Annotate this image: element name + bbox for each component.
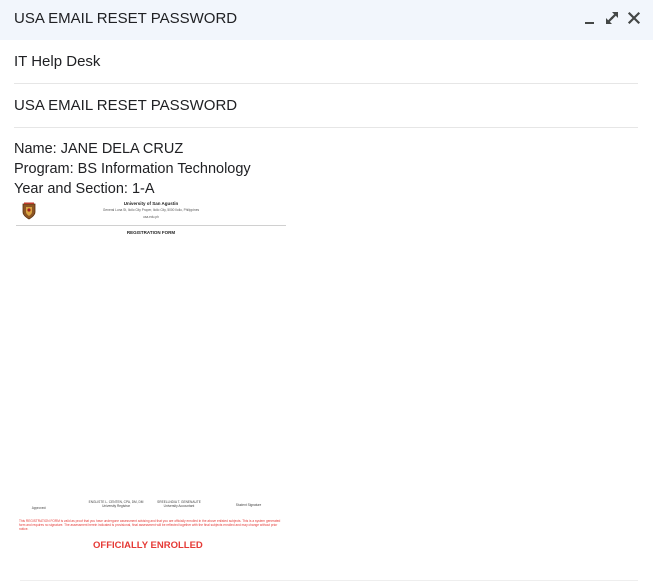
- message-body[interactable]: Name: JANE DELA CRUZ Program: BS Informa…: [14, 139, 638, 199]
- body-line-program: Program: BS Information Technology: [14, 161, 251, 177]
- pop-out-icon[interactable]: [604, 10, 620, 26]
- close-icon[interactable]: [626, 10, 642, 26]
- school-address: General Luna St, Iloilo City Proper, Ilo…: [102, 208, 200, 212]
- body-line-year-section: Year and Section: 1-A: [14, 181, 155, 197]
- form-header-divider: [16, 225, 286, 226]
- subject-field[interactable]: USA EMAIL RESET PASSWORD: [14, 84, 638, 128]
- window-title: USA EMAIL RESET PASSWORD: [14, 10, 238, 27]
- university-seal-icon: [21, 202, 37, 220]
- registration-note: This REGISTRATION FORM is valid as proof…: [19, 519, 281, 532]
- school-website: usa.edu.ph: [143, 215, 159, 219]
- accountant-title: University Accountant: [163, 504, 195, 508]
- compose-window: USA EMAIL RESET PASSWORD IT Help Desk US…: [0, 0, 653, 583]
- compose-titlebar[interactable]: USA EMAIL RESET PASSWORD: [0, 0, 653, 40]
- recipient-chip[interactable]: IT Help Desk: [14, 53, 100, 70]
- accountant-signature: SREELLNDIA T. GENENAUTE University Accou…: [144, 500, 214, 508]
- to-field[interactable]: IT Help Desk: [14, 40, 638, 84]
- subject-text[interactable]: USA EMAIL RESET PASSWORD: [14, 97, 237, 114]
- body-bottom-divider: [20, 580, 638, 581]
- minimize-icon[interactable]: [582, 10, 598, 26]
- form-title: REGISTRATION FORM: [126, 230, 176, 235]
- body-line-name: Name: JANE DELA CRUZ: [14, 141, 184, 157]
- student-signature-label: Student Signature: [235, 503, 262, 507]
- approved-label: Approved:: [31, 506, 47, 510]
- school-name: University of San Agustin: [123, 201, 179, 206]
- enrollment-status: OFFICIALLY ENROLLED: [93, 540, 203, 551]
- registration-form-image[interactable]: University of San Agustin General Luna S…: [16, 198, 286, 554]
